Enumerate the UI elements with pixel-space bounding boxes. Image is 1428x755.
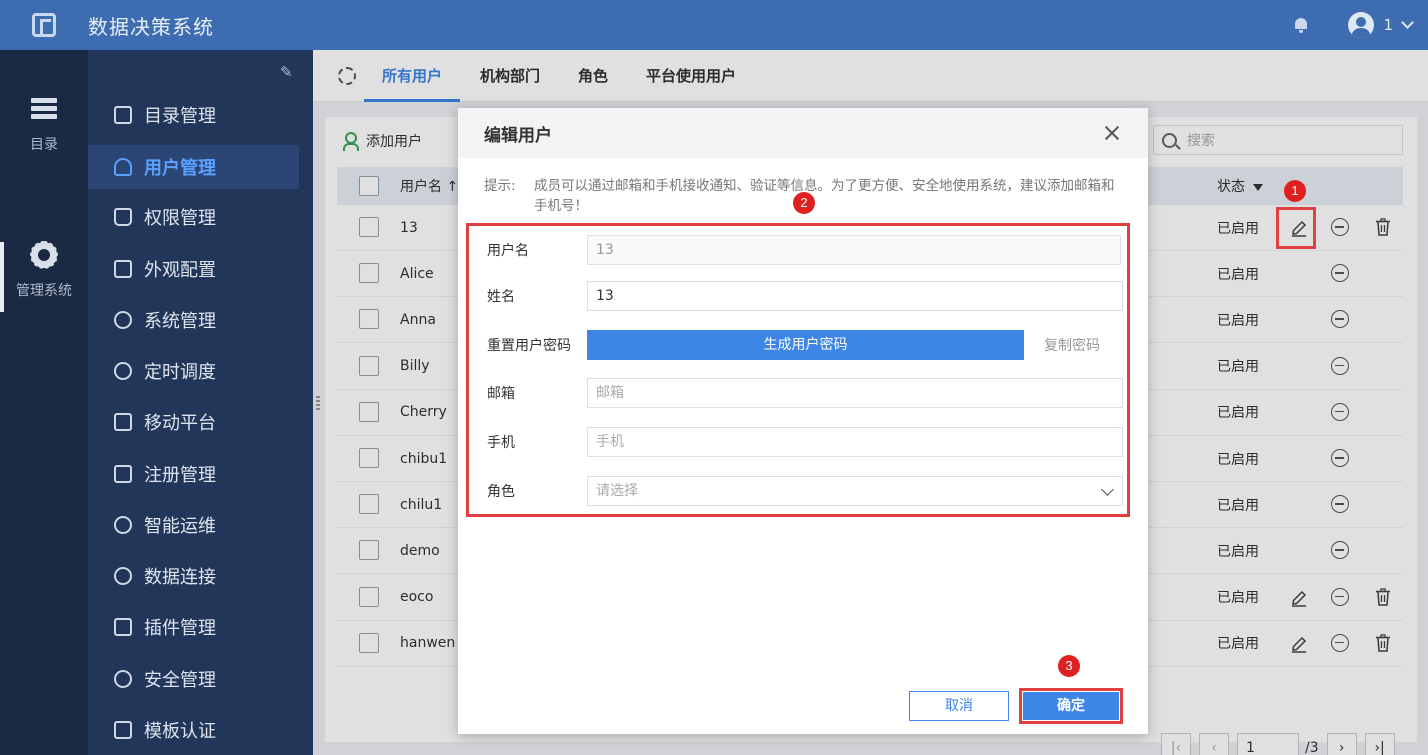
email-label: 邮箱 — [487, 386, 515, 402]
menu-item-mobile[interactable]: 移动平台 — [88, 400, 299, 444]
username-row: 用户名 13 — [487, 235, 1127, 265]
menu-item-ops[interactable]: 智能运维 — [88, 503, 299, 547]
bell-icon[interactable] — [1294, 18, 1308, 33]
close-icon[interactable] — [1104, 125, 1120, 141]
rail-item-admin[interactable]: 管理系统 — [0, 241, 88, 312]
app-logo[interactable] — [0, 0, 88, 50]
role-label: 角色 — [487, 484, 515, 500]
tip-text: 成员可以通过邮箱和手机接收通知、验证等信息。为了更方便、安全地使用系统，建议添加… — [534, 178, 1115, 214]
shield-icon — [114, 670, 132, 688]
plugin-icon — [114, 618, 132, 636]
menu-item-template-auth[interactable]: 模板认证 — [88, 708, 299, 752]
list-icon — [31, 98, 57, 120]
register-icon — [114, 465, 132, 483]
rail-label-catalog: 目录 — [30, 137, 58, 153]
menu-item-schedule[interactable]: 定时调度 — [88, 349, 299, 393]
dialog-header: 编辑用户 — [458, 108, 1148, 158]
left-rail: 目录 管理系统 — [0, 50, 88, 755]
email-field[interactable]: 邮箱 — [587, 378, 1123, 408]
role-select[interactable]: 请选择 — [587, 476, 1123, 506]
menu-label: 插件管理 — [144, 618, 216, 639]
reset-password-label: 重置用户密码 — [487, 338, 571, 354]
name-field[interactable]: 13 — [587, 281, 1123, 311]
menu-item-plugins[interactable]: 插件管理 — [88, 605, 299, 649]
network-icon — [114, 516, 132, 534]
menu-label: 定时调度 — [144, 362, 216, 383]
rail-label-admin: 管理系统 — [16, 283, 72, 299]
role-row: 角色 请选择 — [487, 476, 1127, 506]
menu-label: 外观配置 — [144, 260, 216, 281]
gear-icon — [114, 311, 132, 329]
menu-label: 用户管理 — [144, 158, 216, 179]
app-title: 数据决策系统 — [88, 14, 214, 39]
step-badge-3: 3 — [1058, 655, 1080, 677]
phone-label: 手机 — [487, 435, 515, 451]
brush-icon — [114, 260, 132, 278]
lock-icon — [114, 208, 132, 226]
catalog-icon — [114, 106, 132, 124]
menu-label: 安全管理 — [144, 670, 216, 691]
tip-label: 提示: — [484, 178, 516, 194]
generate-password-button[interactable]: 生成用户密码 — [587, 330, 1024, 360]
username-field: 13 — [587, 235, 1121, 265]
user-name[interactable]: 1 — [1383, 16, 1393, 34]
dialog-title: 编辑用户 — [484, 125, 552, 146]
menu-item-appearance[interactable]: 外观配置 — [88, 247, 299, 291]
template-icon — [114, 721, 132, 739]
menu-item-system[interactable]: 系统管理 — [88, 298, 299, 342]
menu-label: 目录管理 — [144, 106, 216, 127]
menu-item-users[interactable]: 用户管理 — [88, 145, 299, 189]
name-row: 姓名 13 — [487, 281, 1127, 311]
user-icon — [114, 158, 132, 176]
copy-password-link[interactable]: 复制密码 — [1044, 335, 1100, 355]
highlight-edit-button — [1276, 207, 1316, 249]
gear-icon — [30, 241, 58, 269]
role-placeholder: 请选择 — [596, 483, 638, 499]
menu-item-register[interactable]: 注册管理 — [88, 452, 299, 496]
menu-item-catalog[interactable]: 目录管理 — [88, 93, 299, 137]
confirm-button[interactable]: 确定 — [1023, 692, 1119, 720]
menu-label: 权限管理 — [144, 208, 216, 229]
chevron-down-icon[interactable] — [1401, 16, 1414, 29]
sidebar: ✎ 目录管理 用户管理 权限管理 外观配置 系统管理 定时调度 移动平台 注册管… — [88, 50, 313, 755]
mobile-icon — [114, 413, 132, 431]
cancel-button[interactable]: 取消 — [909, 691, 1009, 721]
menu-label: 系统管理 — [144, 311, 216, 332]
menu-label: 模板认证 — [144, 721, 216, 742]
menu-item-security[interactable]: 安全管理 — [88, 657, 299, 701]
pin-icon[interactable]: ✎ — [280, 64, 296, 80]
step-badge-2: 2 — [793, 192, 815, 214]
menu-label: 移动平台 — [144, 413, 216, 434]
phone-row: 手机 手机 — [487, 427, 1127, 457]
top-bar: 数据决策系统 1 — [0, 0, 1428, 50]
chevron-down-icon — [1101, 483, 1114, 496]
name-label: 姓名 — [487, 289, 515, 305]
email-row: 邮箱 邮箱 — [487, 378, 1127, 408]
phone-field[interactable]: 手机 — [587, 427, 1123, 457]
avatar[interactable] — [1348, 12, 1375, 38]
username-label: 用户名 — [487, 243, 529, 259]
rail-item-catalog[interactable]: 目录 — [0, 98, 88, 154]
menu-item-data-connection[interactable]: 数据连接 — [88, 554, 299, 598]
menu-item-permissions[interactable]: 权限管理 — [88, 195, 299, 239]
menu-label: 数据连接 — [144, 567, 216, 588]
menu-label: 注册管理 — [144, 465, 216, 486]
form-highlight: 用户名 13 姓名 13 重置用户密码 生成用户密码 复制密码 邮箱 邮箱 手机… — [466, 223, 1130, 517]
step-badge-1: 1 — [1284, 180, 1306, 202]
timer-icon — [114, 362, 132, 380]
menu-label: 智能运维 — [144, 516, 216, 537]
reset-password-row: 重置用户密码 生成用户密码 复制密码 — [487, 330, 1127, 360]
link-icon — [114, 567, 132, 585]
